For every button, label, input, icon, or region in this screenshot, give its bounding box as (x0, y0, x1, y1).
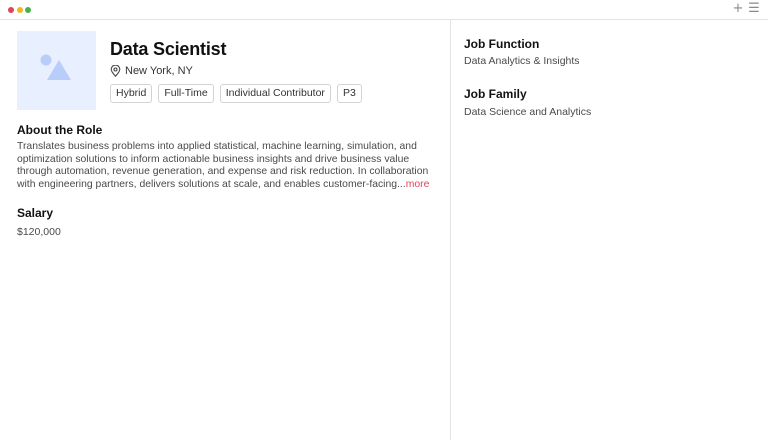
tag-hybrid: Hybrid (110, 84, 153, 103)
salary-heading: Salary (17, 206, 54, 220)
job-details-panel: Data Scientist New York, NY Hybrid Full-… (0, 20, 450, 440)
job-thumbnail (17, 31, 96, 110)
job-family-heading: Job Family (464, 87, 527, 101)
job-family-value: Data Science and Analytics (464, 106, 592, 118)
tag-level: P3 (336, 84, 362, 103)
location-text: New York, NY (125, 65, 193, 77)
tag-individual-contributor: Individual Contributor (219, 84, 331, 103)
about-description: Translates business problems into applie… (17, 141, 432, 191)
about-text: Translates business problems into applie… (17, 141, 429, 190)
about-heading: About the Role (17, 123, 103, 137)
job-title: Data Scientist (110, 39, 227, 59)
tag-full-time: Full-Time (158, 84, 214, 103)
job-function-value: Data Analytics & Insights (464, 55, 580, 67)
maximize-window-button[interactable] (25, 7, 31, 13)
close-window-button[interactable] (8, 7, 14, 13)
app-window: + ☰ Data Scientist New York, NY Hybrid F… (0, 0, 768, 440)
job-location: New York, NY (110, 64, 193, 78)
job-meta-panel: Job Function Data Analytics & Insights J… (451, 20, 768, 440)
image-placeholder-icon (40, 54, 71, 80)
location-pin-icon (110, 65, 121, 77)
salary-value: $120,000 (17, 226, 61, 238)
plus-icon[interactable]: + (731, 2, 745, 16)
minimize-window-button[interactable] (17, 7, 23, 13)
job-function-heading: Job Function (464, 37, 540, 51)
more-link[interactable]: more (406, 179, 430, 190)
menu-icon[interactable]: ☰ (747, 2, 761, 16)
title-bar: + ☰ (0, 0, 768, 20)
job-tags: Hybrid Full-Time Individual Contributor … (110, 84, 362, 103)
